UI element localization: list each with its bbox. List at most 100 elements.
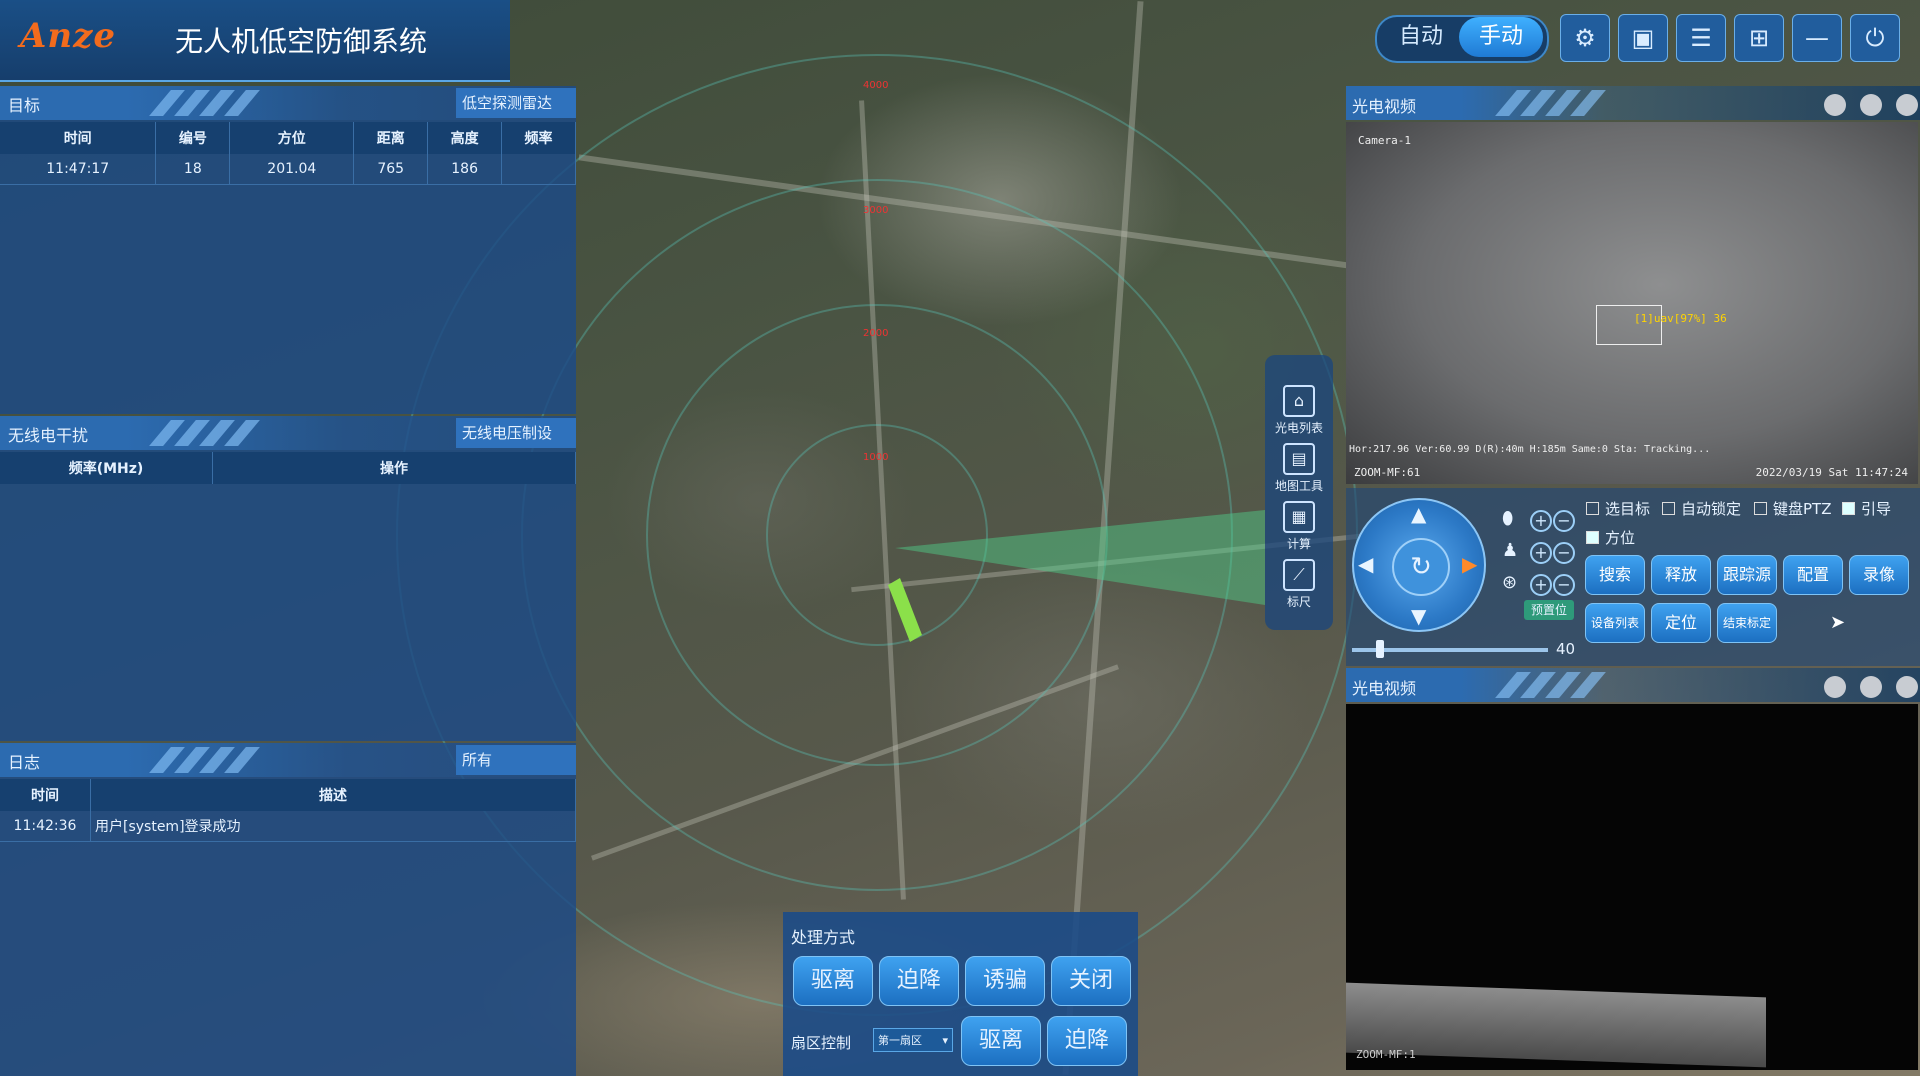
map-tool[interactable]: ▤ 地图工具 [1265, 443, 1333, 494]
minus-icon[interactable]: − [1553, 574, 1575, 596]
cell-description: 用户[system]登录成功 [90, 811, 576, 842]
panel-title: 无线电干扰 [8, 426, 89, 445]
right-arrow-icon[interactable]: ▶ [1462, 552, 1477, 576]
sector-drive-away-button[interactable]: 驱离 [961, 1016, 1041, 1066]
window-control-dot[interactable] [1860, 676, 1882, 698]
plus-icon[interactable]: + [1530, 542, 1552, 564]
record-button[interactable]: 录像 [1849, 555, 1909, 595]
focus-icon: ⬮ [1502, 508, 1514, 529]
sector-label: 扇区控制 [791, 1034, 852, 1052]
manual-mode-button[interactable]: 手动 [1459, 17, 1543, 57]
table-row[interactable]: 11:42:36 用户[system]登录成功 [0, 811, 576, 842]
column-header: 操作 [212, 452, 576, 484]
slider-value: 40 [1556, 640, 1576, 658]
layout-icon[interactable]: ⊞ [1734, 14, 1784, 62]
log-panel: 日志 所有 时间 描述 11:42:36 用户[system]登录成功 [0, 743, 576, 1076]
cell-time: 11:42:36 [0, 811, 91, 842]
panel-title: 目标 [8, 96, 41, 115]
tool-label: 地图工具 [1274, 479, 1323, 493]
auto-mode-button[interactable]: 自动 [1379, 17, 1463, 57]
ruler-icon: ⟋ [1283, 559, 1315, 591]
sector-force-landing-button[interactable]: 迫降 [1047, 1016, 1127, 1066]
column-header: 方位 [229, 122, 355, 154]
slider-handle[interactable] [1376, 640, 1384, 658]
video-panel-header: 光电视频 [1346, 668, 1920, 702]
list-icon[interactable]: ☰ [1676, 14, 1726, 62]
panel-title: 光电视频 [1352, 97, 1417, 116]
range-label: 3000 [863, 205, 889, 216]
cell-frequency [501, 154, 576, 185]
track-source-button[interactable]: 跟踪源 [1717, 555, 1777, 595]
column-header: 频率(MHz) [0, 452, 213, 484]
window-control-dot[interactable] [1896, 94, 1918, 116]
zoom-readout: ZOOM-MF:1 [1356, 1048, 1416, 1061]
video-panel-header: 光电视频 [1346, 86, 1920, 120]
tool-label: 标尺 [1286, 595, 1311, 609]
column-header: 高度 [427, 122, 503, 154]
down-arrow-icon[interactable]: ▼ [1411, 604, 1426, 628]
left-arrow-icon[interactable]: ◀ [1358, 552, 1373, 576]
chevron-down-icon: ▾ [942, 1034, 948, 1047]
spoof-button[interactable]: 诱骗 [965, 956, 1045, 1006]
locate-button[interactable]: 定位 [1651, 603, 1711, 643]
camera-list-icon: ⌂ [1283, 385, 1315, 417]
calculate-tool[interactable]: ▦ 计算 [1265, 501, 1333, 552]
zoom-readout: ZOOM-MF:61 [1354, 466, 1421, 479]
app-title: 无人机低空防御系统 [175, 25, 428, 58]
calculator-icon: ▦ [1283, 501, 1315, 533]
power-icon[interactable]: ⏻ [1850, 14, 1900, 62]
auto-lock-checkbox[interactable]: 自动锁定 [1662, 498, 1741, 519]
log-filter-select[interactable]: 所有 [456, 745, 576, 775]
device-list-button[interactable]: 设备列表 [1585, 603, 1645, 643]
guide-checkbox[interactable]: 引导 [1842, 498, 1891, 519]
optic-list-tool[interactable]: ⌂ 光电列表 [1265, 385, 1333, 436]
mode-switch[interactable]: 自动 手动 [1375, 15, 1549, 63]
panel-title: 日志 [8, 753, 41, 772]
zoom-slider[interactable] [1352, 640, 1548, 658]
column-header: 编号 [155, 122, 231, 154]
end-calibration-button[interactable]: 结束标定 [1717, 603, 1777, 643]
sector-select[interactable]: 第一扇区 ▾ [873, 1028, 953, 1052]
preset-button[interactable]: 预置位 [1524, 600, 1574, 620]
cell-height: 186 [427, 154, 503, 185]
azimuth-checkbox[interactable]: 方位 [1586, 527, 1635, 548]
window-control-dot[interactable] [1824, 94, 1846, 116]
ptz-joystick[interactable]: ↻ ▲ ▼ ◀ ▶ [1352, 498, 1486, 632]
keyboard-ptz-checkbox[interactable]: 键盘PTZ [1754, 498, 1831, 519]
iris-icon: ⊛ [1502, 572, 1518, 593]
target-table: 时间 编号 方位 距离 高度 频率 11:47:17 18 201.04 765… [0, 122, 576, 185]
column-header: 时间 [0, 779, 91, 811]
plus-icon[interactable]: + [1530, 574, 1552, 596]
thermal-video-feed[interactable]: ZOOM-MF:1 [1346, 704, 1918, 1070]
minus-icon[interactable]: − [1553, 542, 1575, 564]
processing-panel: 处理方式 驱离 迫降 诱骗 关闭 扇区控制 第一扇区 ▾ 驱离 迫降 [783, 912, 1138, 1076]
gear-icon[interactable]: ⚙ [1560, 14, 1610, 62]
ruler-tool[interactable]: ⟋ 标尺 [1265, 559, 1333, 610]
minus-icon[interactable]: − [1553, 510, 1575, 532]
person-icon: ♟ [1502, 540, 1519, 561]
close-button[interactable]: 关闭 [1051, 956, 1131, 1006]
table-row[interactable]: 11:47:17 18 201.04 765 186 [0, 154, 576, 185]
plus-icon[interactable]: + [1530, 510, 1552, 532]
monitor-icon[interactable]: ▣ [1618, 14, 1668, 62]
select-target-checkbox[interactable]: 选目标 [1586, 498, 1650, 519]
window-control-dot[interactable] [1860, 94, 1882, 116]
camera-video-feed[interactable]: Camera-1 [1]uav[97%] 36 Hor:217.96 Ver:6… [1346, 122, 1918, 484]
force-landing-button[interactable]: 迫降 [879, 956, 959, 1006]
jammer-device-select[interactable]: 无线电压制设 [456, 418, 576, 448]
refresh-icon[interactable]: ↻ [1392, 538, 1450, 596]
config-button[interactable]: 配置 [1783, 555, 1843, 595]
drive-away-button[interactable]: 驱离 [793, 956, 873, 1006]
window-control-dot[interactable] [1824, 676, 1846, 698]
window-control-dot[interactable] [1896, 676, 1918, 698]
jamming-panel: 无线电干扰 无线电压制设 频率(MHz) 操作 [0, 416, 576, 741]
camera-name: Camera-1 [1358, 134, 1411, 147]
up-arrow-icon[interactable]: ▲ [1411, 502, 1426, 526]
minimize-icon[interactable]: — [1792, 14, 1842, 62]
tracking-box [1596, 305, 1662, 345]
toolbox-icon: ▤ [1283, 443, 1315, 475]
range-label: 1000 [863, 452, 889, 463]
radar-source-select[interactable]: 低空探测雷达 [456, 88, 576, 118]
release-button[interactable]: 释放 [1651, 555, 1711, 595]
search-button[interactable]: 搜索 [1585, 555, 1645, 595]
